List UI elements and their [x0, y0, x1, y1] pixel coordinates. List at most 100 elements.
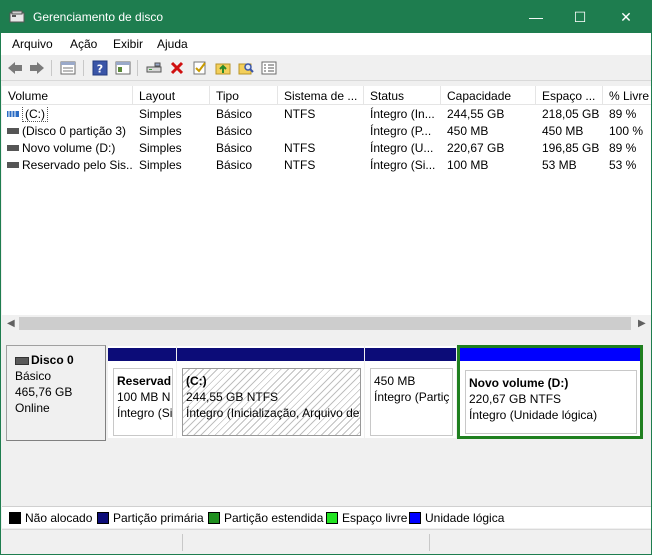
connect-icon — [146, 62, 162, 73]
list-button[interactable] — [259, 58, 279, 78]
folder-up-button[interactable] — [213, 58, 233, 78]
partition-c[interactable]: (C:) 244,55 GB NTFS Íntegro (Inicializaç… — [177, 346, 364, 438]
scroll-left-icon[interactable]: ◀ — [7, 318, 15, 329]
table-row[interactable]: (Disco 0 partição 3) Simples Básico Ínte… — [2, 123, 651, 140]
legend-swatch-unallocated — [9, 512, 21, 524]
partition-name: Novo volume (D:) — [469, 376, 569, 390]
disk-type: Básico — [15, 369, 52, 383]
disk-list-button[interactable] — [58, 58, 78, 78]
table-row[interactable]: (C:) Simples Básico NTFS Íntegro (In... … — [2, 106, 651, 123]
disk-0-label[interactable]: Disco 0 Básico 465,76 GB Online — [6, 345, 106, 441]
espaco-cell: 53 MB — [542, 158, 577, 172]
check-button[interactable] — [190, 58, 210, 78]
column-header-sistema[interactable]: Sistema de ... — [278, 86, 364, 105]
legend-label: Espaço livre — [342, 511, 408, 525]
forward-button[interactable] — [27, 58, 47, 78]
toolbar-separator — [83, 60, 84, 76]
menu-arquivo[interactable]: Arquivo — [12, 37, 53, 51]
livre-cell: 53 % — [609, 158, 637, 172]
toolbar-separator — [51, 60, 52, 76]
tipo-cell: Básico — [216, 141, 253, 155]
partition-status: Íntegro (Si — [117, 406, 173, 420]
partition-d-selected[interactable]: Novo volume (D:) 220,67 GB NTFS Íntegro … — [457, 345, 643, 439]
partition-size: 244,55 GB NTFS — [186, 390, 279, 404]
list-icon — [261, 61, 277, 75]
partition-name: (C:) — [186, 374, 207, 388]
disk-management-window: Gerenciamento de disco — ☐ ✕ Arquivo Açã… — [0, 0, 652, 555]
espaco-cell: 218,05 GB — [542, 107, 600, 121]
properties-icon — [115, 61, 131, 75]
toolbar: ? — [1, 55, 651, 81]
partition-reserved[interactable]: Reservad 100 MB N Íntegro (Si — [108, 346, 176, 438]
partition-recovery[interactable]: 450 MB Íntegro (Partiç — [365, 346, 456, 438]
delete-button[interactable] — [167, 58, 187, 78]
horizontal-scrollbar[interactable]: ◀ ▶ — [2, 315, 651, 332]
column-header-capacidade[interactable]: Capacidade — [441, 86, 536, 105]
legend-item: Espaço livre — [326, 511, 407, 525]
partition-size: 100 MB N — [117, 390, 171, 404]
menu-ajuda[interactable]: Ajuda — [157, 37, 188, 51]
scrollbar-thumb[interactable] — [19, 317, 631, 330]
column-header-espaco[interactable]: Espaço ... — [536, 86, 603, 105]
folder-up-icon — [215, 63, 231, 75]
status-divider — [429, 534, 430, 551]
legend-swatch-logical — [409, 512, 421, 524]
column-header-tipo[interactable]: Tipo — [210, 86, 278, 105]
maximize-button[interactable]: ☐ — [557, 1, 603, 33]
livre-cell: 89 % — [609, 107, 637, 121]
disk-name: Disco 0 — [15, 352, 105, 368]
status-cell: Íntegro (In... — [370, 107, 435, 121]
search-icon — [238, 63, 254, 75]
legend-label: Partição primária — [113, 511, 204, 525]
status-cell: Íntegro (P... — [370, 124, 432, 138]
disk-list-icon — [60, 61, 76, 75]
volume-list-header: Volume Layout Tipo Sistema de ... Status… — [2, 86, 651, 105]
espaco-cell: 196,85 GB — [542, 141, 600, 155]
column-header-volume[interactable]: Volume — [2, 86, 133, 105]
capacidade-cell: 220,67 GB — [447, 141, 505, 155]
help-button[interactable]: ? — [90, 58, 110, 78]
minimize-button[interactable]: — — [513, 1, 559, 33]
search-button[interactable] — [236, 58, 256, 78]
livre-cell: 89 % — [609, 141, 637, 155]
column-header-layout[interactable]: Layout — [133, 86, 210, 105]
column-header-status[interactable]: Status — [364, 86, 441, 105]
status-divider — [182, 534, 183, 551]
legend-item: Partição estendida — [208, 511, 323, 525]
primary-partition-bar — [365, 348, 456, 361]
partition-name: Reservad — [117, 374, 172, 388]
back-button[interactable] — [5, 58, 25, 78]
volume-cell: Reservado pelo Sis... — [22, 158, 133, 172]
connect-button[interactable] — [144, 58, 164, 78]
capacidade-cell: 244,55 GB — [447, 107, 505, 121]
toolbar-separator — [137, 60, 138, 76]
menu-acao[interactable]: Ação — [70, 37, 97, 51]
forward-arrow-icon — [30, 62, 44, 74]
scroll-right-icon[interactable]: ▶ — [638, 318, 646, 329]
column-header-livre[interactable]: % Livre — [603, 86, 651, 105]
legend-swatch-free — [326, 512, 338, 524]
properties-button[interactable] — [113, 58, 133, 78]
tipo-cell: Básico — [216, 158, 253, 172]
partition-size: 220,67 GB NTFS — [469, 392, 562, 406]
legend-item: Não alocado — [9, 511, 92, 525]
table-row[interactable]: Novo volume (D:) Simples Básico NTFS Ínt… — [2, 140, 651, 157]
partition-size: 450 MB — [374, 374, 416, 388]
close-icon: ✕ — [620, 8, 632, 25]
minimize-icon: — — [529, 9, 543, 25]
volume-cell: (Disco 0 partição 3) — [22, 124, 127, 138]
tipo-cell: Básico — [216, 124, 253, 138]
status-bar — [2, 529, 651, 554]
layout-cell: Simples — [139, 124, 182, 138]
legend-item: Partição primária — [97, 511, 204, 525]
sistema-cell: NTFS — [284, 141, 316, 155]
legend: Não alocado Partição primária Partição e… — [2, 506, 651, 528]
status-cell: Íntegro (Si... — [370, 158, 436, 172]
close-button[interactable]: ✕ — [603, 1, 649, 33]
disk-state: Online — [15, 401, 50, 415]
table-row[interactable]: Reservado pelo Sis... Simples Básico NTF… — [2, 157, 651, 174]
disk-size: 465,76 GB — [15, 385, 73, 399]
sistema-cell: NTFS — [284, 158, 316, 172]
svg-text:?: ? — [97, 63, 103, 76]
menu-exibir[interactable]: Exibir — [113, 37, 143, 51]
